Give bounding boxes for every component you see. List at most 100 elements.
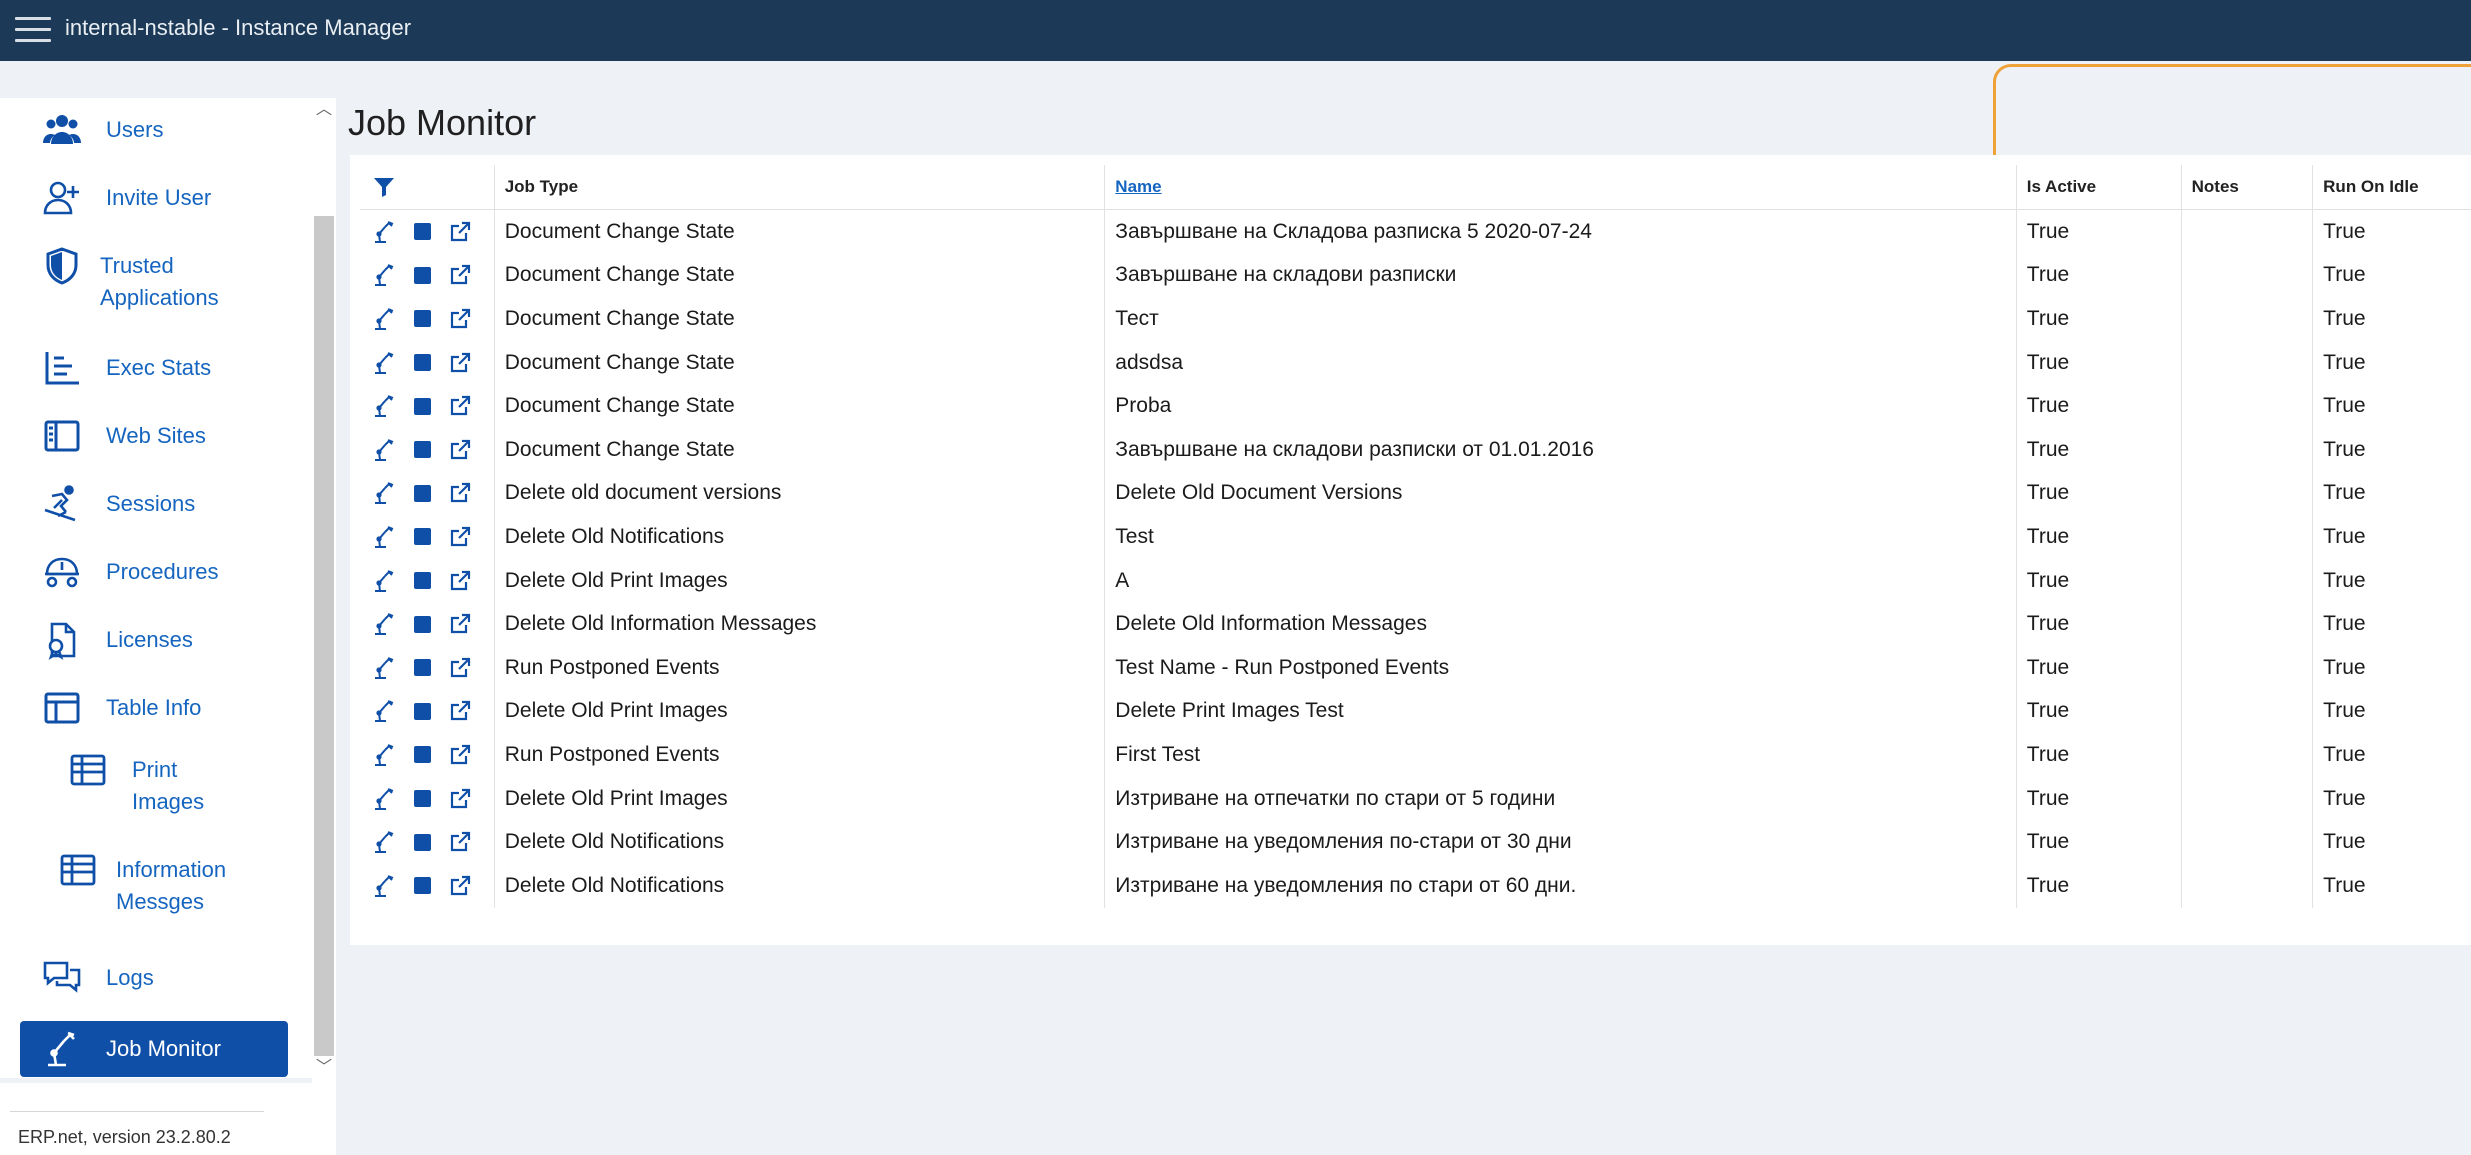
- cell-job-type: Document Change State: [493, 384, 1105, 428]
- sidebar-item-print-images[interactable]: Print Images: [20, 750, 288, 818]
- table-row[interactable]: Delete Old Print Images Delete Print Ima…: [360, 689, 2471, 734]
- sidebar-item-label: Logs: [106, 965, 154, 990]
- sidebar-item-logs[interactable]: Logs: [20, 958, 288, 998]
- table-row[interactable]: Document Change State Завършване на скла…: [360, 253, 2471, 298]
- scroll-down-arrow-icon[interactable]: ﹀: [316, 1060, 332, 1076]
- stop-job-icon[interactable]: [410, 263, 434, 287]
- stop-job-icon[interactable]: [410, 787, 434, 811]
- stop-job-icon[interactable]: [410, 656, 434, 680]
- run-job-icon[interactable]: [372, 656, 396, 680]
- open-external-icon[interactable]: [448, 394, 472, 418]
- run-job-icon[interactable]: [372, 263, 396, 287]
- open-external-icon[interactable]: [448, 699, 472, 723]
- stop-job-icon[interactable]: [410, 874, 434, 898]
- cell-run-on-idle: True: [2312, 515, 2471, 559]
- open-external-icon[interactable]: [448, 351, 472, 375]
- row-actions-cell: [360, 210, 494, 254]
- sidebar-item-procedures[interactable]: Procedures: [20, 552, 288, 592]
- table-row[interactable]: Document Change State Тест True True: [360, 297, 2471, 341]
- stop-job-icon[interactable]: [410, 830, 434, 854]
- run-job-icon[interactable]: [372, 569, 396, 593]
- open-external-icon[interactable]: [448, 656, 472, 680]
- filter-icon[interactable]: [372, 175, 396, 199]
- scrollbar-thumb[interactable]: [314, 216, 334, 1056]
- table-row[interactable]: Delete Old Print Images A True True: [360, 558, 2471, 603]
- run-job-icon[interactable]: [372, 612, 396, 636]
- stop-job-icon[interactable]: [410, 743, 434, 767]
- open-external-icon[interactable]: [448, 307, 472, 331]
- app-title: internal-nstable - Instance Manager: [65, 15, 412, 40]
- sidebar-item-label: Invite User: [106, 185, 212, 210]
- robot-arm-icon: [42, 1029, 86, 1069]
- sidebar-item-users[interactable]: Users: [20, 110, 288, 150]
- sort-link-name[interactable]: Name: [1115, 177, 1161, 196]
- stop-job-icon[interactable]: [410, 220, 434, 244]
- table-row[interactable]: Run Postponed Events First Test True Tru…: [360, 733, 2471, 777]
- sidebar-item-exec-stats[interactable]: Exec Stats: [20, 348, 288, 388]
- stop-job-icon[interactable]: [410, 612, 434, 636]
- run-job-icon[interactable]: [372, 699, 396, 723]
- stop-job-icon[interactable]: [410, 307, 434, 331]
- scroll-up-arrow-icon[interactable]: ︿: [316, 102, 332, 118]
- sidebar-item-job-monitor[interactable]: Job Monitor: [20, 1021, 288, 1077]
- run-job-icon[interactable]: [372, 438, 396, 462]
- table-row[interactable]: Document Change State Proba True True: [360, 384, 2471, 428]
- run-job-icon[interactable]: [372, 830, 396, 854]
- run-job-icon[interactable]: [372, 394, 396, 418]
- table-row[interactable]: Document Change State Завършване на Скла…: [360, 209, 2471, 254]
- stop-job-icon[interactable]: [410, 525, 434, 549]
- column-header-is-active[interactable]: Is Active: [2015, 165, 2182, 210]
- column-header-job-type[interactable]: Job Type: [493, 165, 1105, 210]
- table-row[interactable]: Delete Old Print Images Изтриване на отп…: [360, 776, 2471, 821]
- run-job-icon[interactable]: [372, 525, 396, 549]
- table-row[interactable]: Document Change State adsdsa True True: [360, 340, 2471, 385]
- open-external-icon[interactable]: [448, 874, 472, 898]
- run-job-icon[interactable]: [372, 874, 396, 898]
- table-row[interactable]: Document Change State Завършване на скла…: [360, 427, 2471, 472]
- row-actions-cell: [360, 559, 494, 603]
- sidebar-scrollbar[interactable]: ︿ ﹀: [312, 98, 336, 1083]
- column-header-name[interactable]: Name: [1104, 165, 2017, 210]
- run-job-icon[interactable]: [372, 307, 396, 331]
- run-job-icon[interactable]: [372, 743, 396, 767]
- sidebar-item-information-messges[interactable]: Information Messges: [20, 850, 288, 918]
- table-row[interactable]: Delete Old Notifications Изтриване на ув…: [360, 863, 2471, 908]
- stop-job-icon[interactable]: [410, 438, 434, 462]
- column-header-run-on-idle[interactable]: Run On Idle: [2312, 165, 2471, 210]
- sidebar-item-trusted-applications[interactable]: Trusted Applications: [20, 246, 288, 314]
- table-row[interactable]: Delete Old Information Messages Delete O…: [360, 602, 2471, 646]
- open-external-icon[interactable]: [448, 481, 472, 505]
- column-header-notes[interactable]: Notes: [2180, 165, 2313, 210]
- cell-notes: [2180, 733, 2313, 777]
- sidebar-item-web-sites[interactable]: Web Sites: [20, 416, 288, 456]
- hamburger-menu-icon[interactable]: [15, 13, 51, 47]
- open-external-icon[interactable]: [448, 612, 472, 636]
- open-external-icon[interactable]: [448, 220, 472, 244]
- sidebar-item-table-info[interactable]: Table Info: [20, 688, 288, 728]
- open-external-icon[interactable]: [448, 830, 472, 854]
- run-job-icon[interactable]: [372, 220, 396, 244]
- sidebar-item-licenses[interactable]: Licenses: [20, 620, 288, 660]
- stop-job-icon[interactable]: [410, 569, 434, 593]
- stop-job-icon[interactable]: [410, 394, 434, 418]
- run-job-icon[interactable]: [372, 481, 396, 505]
- open-external-icon[interactable]: [448, 263, 472, 287]
- open-external-icon[interactable]: [448, 743, 472, 767]
- open-external-icon[interactable]: [448, 438, 472, 462]
- cell-is-active: True: [2015, 863, 2182, 908]
- stop-job-icon[interactable]: [410, 699, 434, 723]
- open-external-icon[interactable]: [448, 525, 472, 549]
- table-row[interactable]: Delete Old Notifications Изтриване на ув…: [360, 820, 2471, 864]
- table-row[interactable]: Delete old document versions Delete Old …: [360, 471, 2471, 516]
- sidebar-item-sessions[interactable]: Sessions: [20, 484, 288, 524]
- stop-job-icon[interactable]: [410, 351, 434, 375]
- stop-job-icon[interactable]: [410, 481, 434, 505]
- open-external-icon[interactable]: [448, 787, 472, 811]
- open-external-icon[interactable]: [448, 569, 472, 593]
- cell-notes: [2180, 689, 2313, 734]
- table-row[interactable]: Delete Old Notifications Test True True: [360, 515, 2471, 559]
- run-job-icon[interactable]: [372, 351, 396, 375]
- sidebar-item-invite-user[interactable]: Invite User: [20, 178, 288, 218]
- table-row[interactable]: Run Postponed Events Test Name - Run Pos…: [360, 645, 2471, 690]
- run-job-icon[interactable]: [372, 787, 396, 811]
